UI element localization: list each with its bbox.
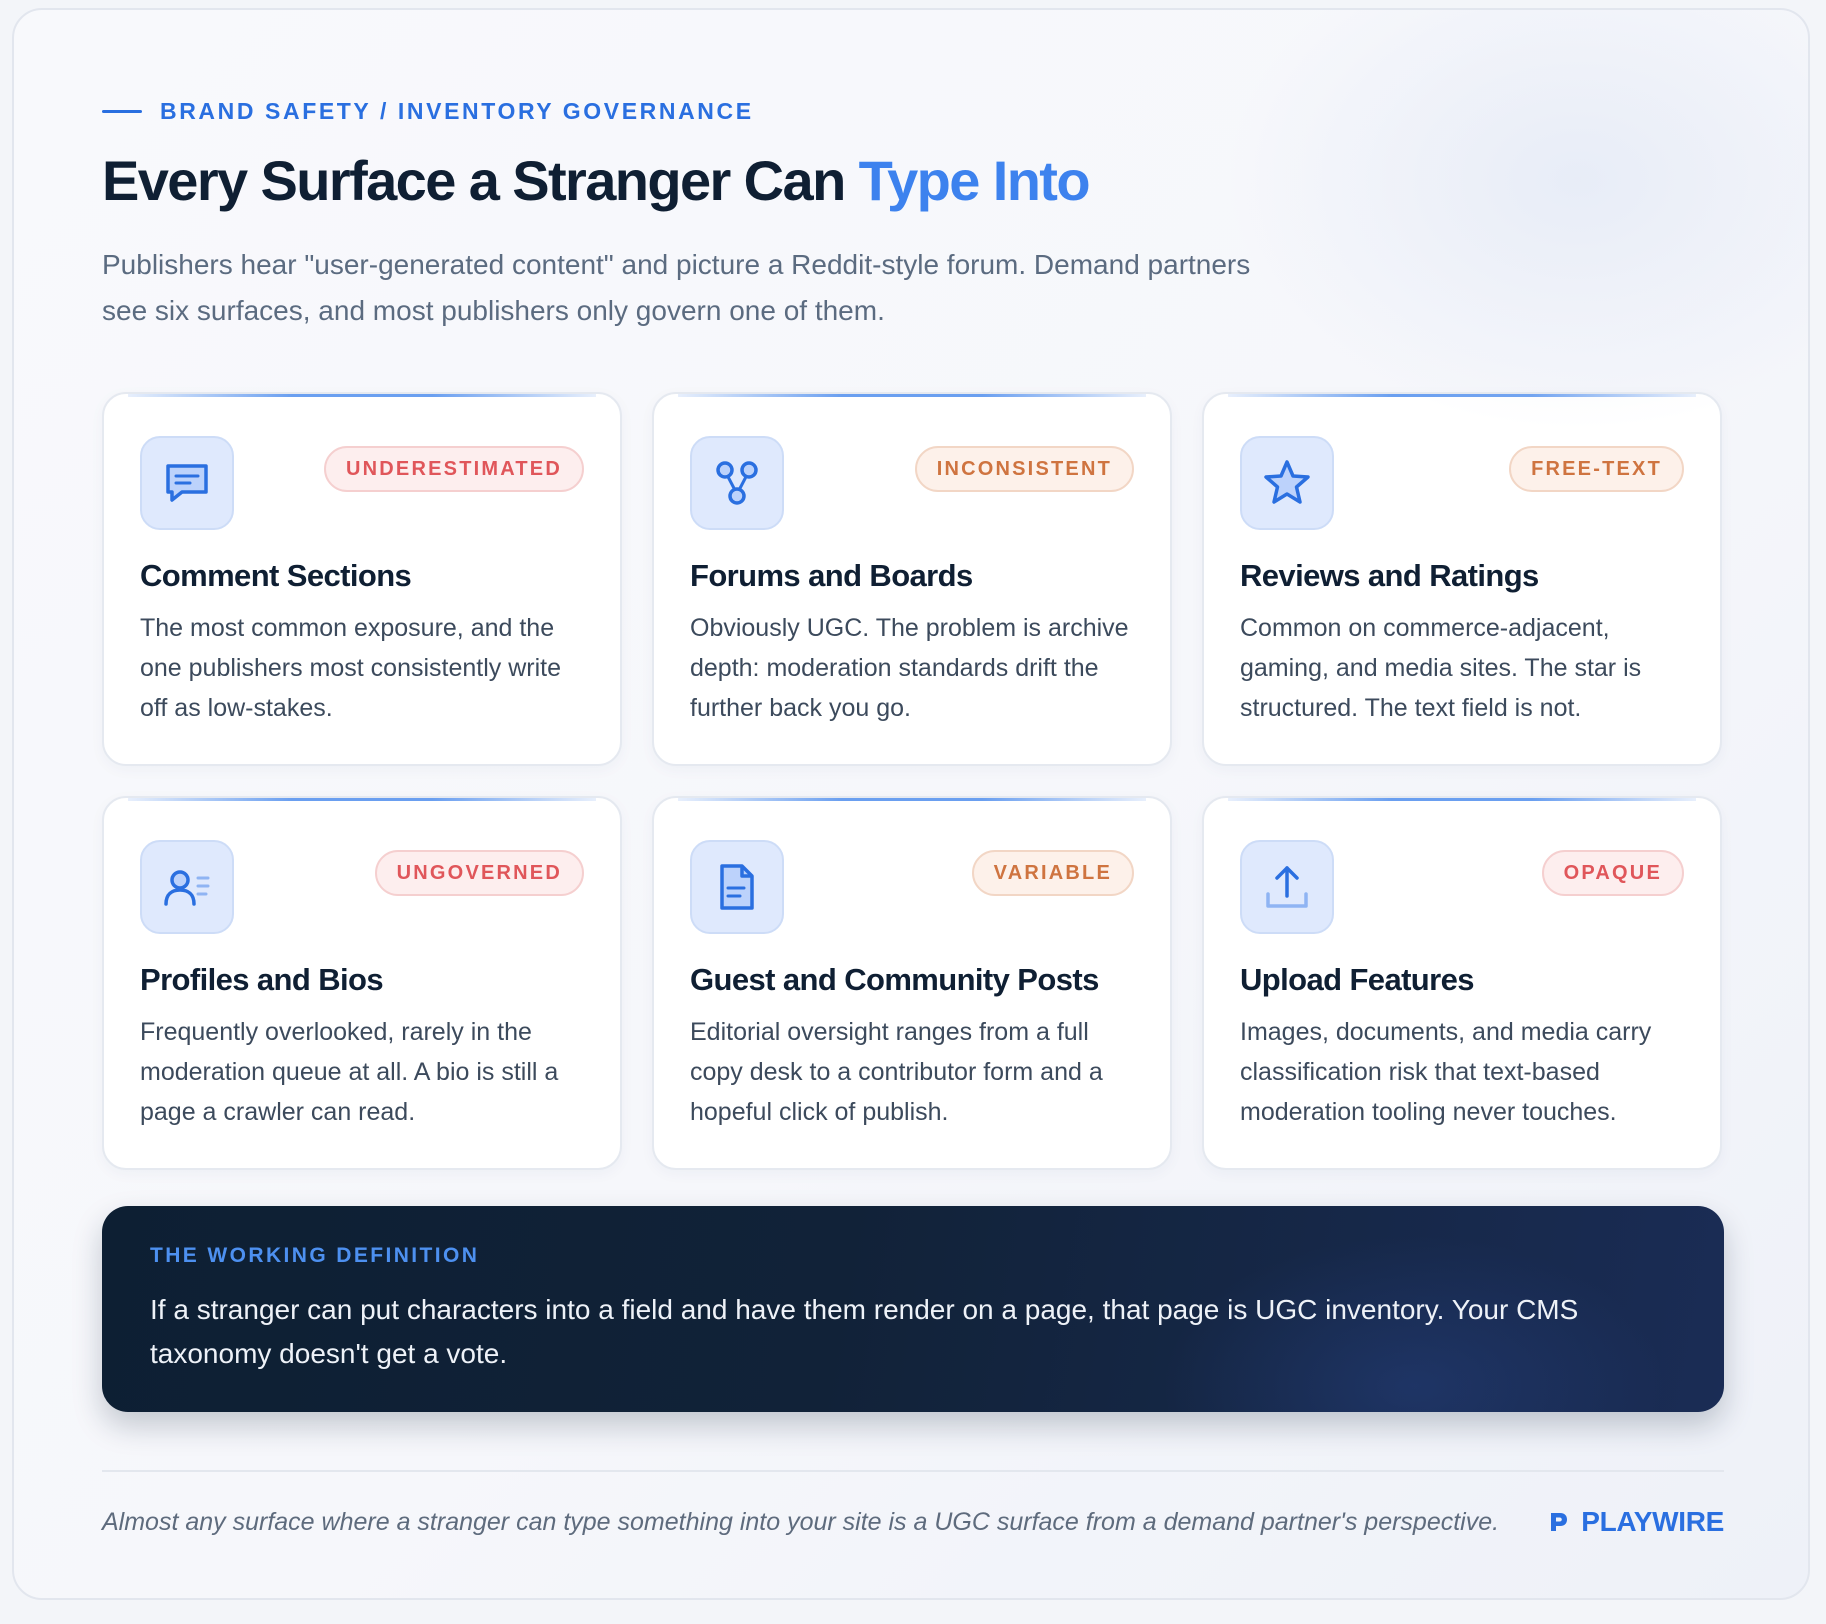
card-title: Profiles and Bios xyxy=(140,962,384,997)
card-title: Comment Sections xyxy=(140,558,412,593)
card-title: Upload Features xyxy=(1240,962,1474,997)
card-description: The most common exposure, and the one pu… xyxy=(140,614,562,722)
page-title: Every Surface a Stranger Can Type Into xyxy=(102,148,1091,213)
card-title: Forums and Boards xyxy=(690,558,973,593)
card-reviews-ratings: FREE-TEXT Reviews and Ratings Common on … xyxy=(1202,392,1722,766)
card-description: Frequently overlooked, rarely in the mod… xyxy=(140,1018,559,1126)
eyebrow: BRAND SAFETY / INVENTORY GOVERNANCE xyxy=(102,98,754,125)
card-forums-boards: INCONSISTENT Forums and Boards Obviously… xyxy=(652,392,1172,766)
card-description: Images, documents, and media carry class… xyxy=(1240,1018,1652,1126)
brand-name: PLAYWIRE xyxy=(1581,1506,1724,1537)
card-comment-sections: UNDERESTIMATED Comment Sections The most… xyxy=(102,392,622,766)
forum-nodes-icon xyxy=(690,436,784,530)
eyebrow-label: BRAND SAFETY / INVENTORY GOVERNANCE xyxy=(160,98,754,124)
card-guest-community-posts: VARIABLE Guest and Community Posts Edito… xyxy=(652,796,1172,1170)
card-title: Reviews and Ratings xyxy=(1240,558,1539,593)
status-badge: OPAQUE xyxy=(1541,850,1684,896)
status-badge: UNGOVERNED xyxy=(374,850,584,896)
card-title: Guest and Community Posts xyxy=(690,962,1099,997)
card-upload-features: OPAQUE Upload Features Images, documents… xyxy=(1202,796,1722,1170)
comment-icon xyxy=(140,436,234,530)
brand-logo: PLAYWIRE xyxy=(1545,1506,1724,1538)
document-icon xyxy=(690,840,784,934)
definition-text: If a stranger can put characters into a … xyxy=(150,1294,1579,1369)
title-main: Every Surface a Stranger Can xyxy=(102,149,859,212)
card-description: Common on commerce-adjacent, gaming, and… xyxy=(1240,614,1642,722)
eyebrow-rule xyxy=(102,110,142,113)
profile-icon xyxy=(140,840,234,934)
working-definition-panel: THE WORKING DEFINITION If a stranger can… xyxy=(102,1206,1724,1412)
infographic-frame: BRAND SAFETY / INVENTORY GOVERNANCE Ever… xyxy=(12,8,1810,1600)
surface-card-grid: UNDERESTIMATED Comment Sections The most… xyxy=(102,392,1722,1170)
page-subtitle: Publishers hear "user-generated content"… xyxy=(102,249,1251,326)
card-description: Editorial oversight ranges from a full c… xyxy=(690,1018,1103,1126)
title-accent: Type Into xyxy=(858,149,1091,212)
card-profiles-bios: UNGOVERNED Profiles and Bios Frequently … xyxy=(102,796,622,1170)
card-description: Obviously UGC. The problem is archive de… xyxy=(690,614,1129,722)
playwire-logo-icon xyxy=(1551,1513,1568,1531)
footer-divider xyxy=(102,1470,1724,1472)
status-badge: INCONSISTENT xyxy=(914,446,1134,492)
status-badge: UNDERESTIMATED xyxy=(324,446,584,492)
star-icon xyxy=(1240,436,1334,530)
footer-note: Almost any surface where a stranger can … xyxy=(102,1508,1500,1536)
definition-label: THE WORKING DEFINITION xyxy=(150,1244,480,1267)
status-badge: VARIABLE xyxy=(971,850,1134,896)
status-badge: FREE-TEXT xyxy=(1509,446,1684,492)
upload-icon xyxy=(1240,840,1334,934)
